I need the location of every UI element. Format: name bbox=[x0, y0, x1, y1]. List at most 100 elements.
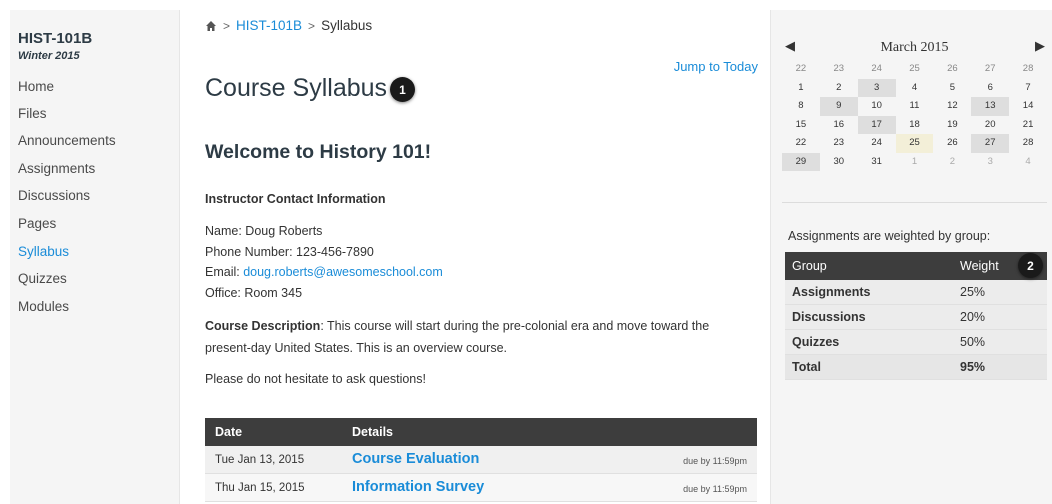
nav-item-quizzes[interactable]: Quizzes bbox=[18, 271, 67, 286]
nav-item-pages[interactable]: Pages bbox=[18, 216, 56, 231]
table-row: Discussions 20% bbox=[785, 305, 1047, 330]
table-row: Assignments 25% bbox=[785, 280, 1047, 305]
calendar-day[interactable]: 28 bbox=[1009, 134, 1047, 153]
column-header-weight: Weight bbox=[960, 259, 999, 273]
calendar-day[interactable]: 27 bbox=[971, 134, 1010, 153]
calendar-day[interactable]: 18 bbox=[896, 116, 934, 135]
calendar-day[interactable]: 8 bbox=[782, 97, 820, 116]
weight-value: 50% bbox=[960, 335, 986, 349]
calendar-day[interactable]: 4 bbox=[1009, 153, 1047, 172]
calendar-day-today[interactable]: 25 bbox=[895, 134, 934, 153]
calendar-header-day: 28 bbox=[1022, 63, 1034, 74]
calendar-header-day: 27 bbox=[984, 63, 996, 74]
home-icon[interactable] bbox=[205, 20, 217, 32]
instructor-email-link[interactable]: doug.roberts@awesomeschool.com bbox=[243, 265, 443, 279]
weight-group: Discussions bbox=[792, 310, 866, 324]
calendar-day[interactable]: 29 bbox=[782, 152, 820, 171]
breadcrumb: > HIST-101B > Syllabus bbox=[205, 18, 372, 33]
callout-badge-1: 1 bbox=[390, 77, 415, 102]
calendar-day[interactable]: 20 bbox=[971, 116, 1009, 135]
calendar-day[interactable]: 21 bbox=[1009, 116, 1047, 135]
calendar-day[interactable]: 5 bbox=[933, 79, 971, 98]
mini-calendar: ◀ March 2015 ▶ 22 23 24 25 26 27 28 1 2 3 4 5 6 7 8 9 10… bbox=[782, 36, 1047, 171]
row-due: due by 11:59pm bbox=[683, 456, 747, 466]
hesitate-text: Please do not hesitate to ask questions! bbox=[205, 372, 426, 386]
course-term: Winter 2015 bbox=[18, 50, 80, 62]
calendar-day[interactable]: 13 bbox=[971, 97, 1010, 116]
assignment-weights-table: Group Weight Assignments 25% Discussions… bbox=[785, 252, 1047, 380]
calendar-day[interactable]: 15 bbox=[782, 116, 820, 135]
calendar-day[interactable]: 3 bbox=[857, 78, 896, 97]
divider bbox=[782, 202, 1047, 203]
jump-to-today-link[interactable]: Jump to Today bbox=[674, 59, 758, 74]
calendar-header-day: 25 bbox=[909, 63, 920, 74]
calendar-day[interactable]: 2 bbox=[933, 153, 971, 172]
calendar-day[interactable]: 17 bbox=[857, 115, 896, 134]
nav-item-discussions[interactable]: Discussions bbox=[18, 188, 90, 203]
instructor-office: Office: Room 345 bbox=[205, 286, 303, 300]
course-navigation: HIST-101B Winter 2015 Home Files Announc… bbox=[10, 10, 180, 504]
calendar-day[interactable]: 12 bbox=[933, 97, 971, 116]
calendar-day[interactable]: 10 bbox=[858, 97, 896, 116]
weights-table-header: Group Weight bbox=[785, 252, 1047, 280]
nav-item-announcements[interactable]: Announcements bbox=[18, 133, 116, 148]
syllabus-table-header: Date Details bbox=[205, 418, 757, 446]
weight-total-label: Total bbox=[792, 360, 821, 374]
calendar-day[interactable]: 9 bbox=[819, 97, 858, 116]
breadcrumb-current: Syllabus bbox=[321, 18, 373, 33]
table-row: Thu Jan 15, 2015 Information Survey due … bbox=[205, 474, 757, 502]
nav-item-files[interactable]: Files bbox=[18, 106, 47, 121]
calendar-day[interactable]: 14 bbox=[1009, 97, 1047, 116]
nav-item-assignments[interactable]: Assignments bbox=[18, 161, 95, 176]
calendar-day[interactable]: 22 bbox=[782, 134, 820, 153]
nav-item-modules[interactable]: Modules bbox=[18, 299, 69, 314]
calendar-day[interactable]: 30 bbox=[820, 153, 858, 172]
row-date: Thu Jan 15, 2015 bbox=[215, 482, 305, 494]
course-description-text: : This course will start during the pre-… bbox=[320, 319, 710, 333]
calendar-day[interactable]: 4 bbox=[896, 79, 934, 98]
chevron-right-icon: > bbox=[223, 18, 231, 33]
calendar-day[interactable]: 26 bbox=[933, 134, 971, 153]
weights-caption: Assignments are weighted by group: bbox=[788, 229, 991, 243]
page-title: Course Syllabus bbox=[205, 74, 388, 102]
course-code[interactable]: HIST-101B bbox=[18, 30, 92, 47]
calendar-day[interactable]: 2 bbox=[820, 79, 858, 98]
calendar-day[interactable]: 3 bbox=[971, 153, 1009, 172]
chevron-right-icon[interactable]: ▶ bbox=[1035, 38, 1045, 54]
calendar-day[interactable]: 19 bbox=[933, 116, 971, 135]
calendar-day[interactable]: 7 bbox=[1009, 79, 1047, 98]
nav-item-syllabus[interactable]: Syllabus bbox=[18, 244, 69, 259]
calendar-month-title: March 2015 bbox=[880, 40, 949, 55]
instructor-name: Name: Doug Roberts bbox=[205, 224, 323, 238]
weight-group: Quizzes bbox=[792, 335, 840, 349]
course-description-line-1: Course Description: This course will sta… bbox=[205, 319, 709, 333]
welcome-heading: Welcome to History 101! bbox=[205, 141, 432, 163]
calendar-day[interactable]: 11 bbox=[896, 97, 934, 116]
syllabus-table: Date Details Tue Jan 13, 2015 Course Eva… bbox=[205, 418, 757, 502]
weight-value: 20% bbox=[960, 310, 986, 324]
table-row: Quizzes 50% bbox=[785, 330, 1047, 355]
instructor-email-line: Email: doug.roberts@awesomeschool.com bbox=[205, 265, 443, 279]
calendar-header-day: 24 bbox=[871, 63, 882, 74]
calendar-day[interactable]: 24 bbox=[858, 134, 896, 153]
weight-group: Assignments bbox=[792, 285, 871, 299]
callout-badge-2: 2 bbox=[1018, 253, 1043, 278]
calendar-day[interactable]: 31 bbox=[858, 153, 896, 172]
calendar-day[interactable]: 16 bbox=[820, 116, 858, 135]
calendar-day[interactable]: 6 bbox=[971, 79, 1009, 98]
contact-heading: Instructor Contact Information bbox=[205, 192, 386, 206]
calendar-day[interactable]: 1 bbox=[896, 153, 934, 172]
row-date: Tue Jan 13, 2015 bbox=[215, 454, 305, 466]
nav-item-home[interactable]: Home bbox=[18, 79, 54, 94]
calendar-day[interactable]: 23 bbox=[820, 134, 858, 153]
course-description-line-2: present-day United States. This is an ov… bbox=[205, 341, 507, 355]
assignment-link[interactable]: Course Evaluation bbox=[352, 451, 479, 467]
row-due: due by 11:59pm bbox=[683, 484, 747, 494]
calendar-day[interactable]: 1 bbox=[782, 79, 820, 98]
table-row: Tue Jan 13, 2015 Course Evaluation due b… bbox=[205, 446, 757, 474]
breadcrumb-course-link[interactable]: HIST-101B bbox=[236, 18, 302, 33]
assignment-link[interactable]: Information Survey bbox=[352, 479, 484, 495]
calendar-header-day: 26 bbox=[947, 63, 958, 74]
email-label: Email: bbox=[205, 265, 244, 279]
calendar-grid: 22 23 24 25 26 27 28 1 2 3 4 5 6 7 8 9 10 11 12 13 14 15 16 17 1… bbox=[782, 60, 1047, 171]
